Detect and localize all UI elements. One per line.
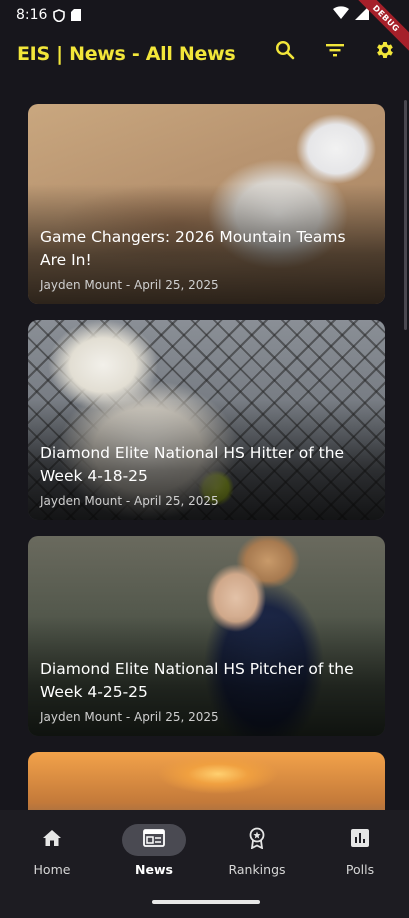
gear-icon <box>374 39 396 66</box>
app-bar: EIS | News - All News <box>0 30 409 78</box>
search-icon <box>275 40 295 65</box>
nav-home-label: Home <box>33 862 71 877</box>
news-card-meta: Jayden Mount - April 25, 2025 <box>40 494 219 508</box>
nav-news[interactable]: News <box>103 824 205 877</box>
filter-button[interactable] <box>323 40 347 64</box>
home-indicator[interactable] <box>152 900 260 904</box>
filter-icon <box>325 42 345 63</box>
page-title: EIS | News - All News <box>17 43 236 65</box>
status-time: 8:16 <box>16 7 48 23</box>
news-card[interactable]: Diamond Elite National HS Pitcher of the… <box>28 536 385 736</box>
nav-news-label: News <box>135 862 173 877</box>
settings-button[interactable] <box>373 40 397 64</box>
nav-polls[interactable]: Polls <box>309 824 409 877</box>
nav-home[interactable]: Home <box>1 824 103 877</box>
news-card[interactable]: Diamond Elite National HS Hitter of the … <box>28 320 385 520</box>
news-card-title: Diamond Elite National HS Hitter of the … <box>40 444 345 485</box>
news-feed[interactable]: Game Changers: 2026 Mountain Teams Are I… <box>28 104 385 810</box>
news-card-image <box>28 752 385 810</box>
news-card[interactable]: Game Changers: 2026 Mountain Teams Are I… <box>28 104 385 304</box>
nav-rankings[interactable]: Rankings <box>206 824 308 877</box>
rankings-icon <box>247 827 267 854</box>
news-card-title: Game Changers: 2026 Mountain Teams Are I… <box>40 228 346 269</box>
news-card[interactable] <box>28 752 385 810</box>
polls-icon <box>351 828 369 852</box>
search-button[interactable] <box>273 40 297 64</box>
home-icon <box>42 829 62 852</box>
shield-status-icon <box>53 8 66 22</box>
wifi-icon <box>333 6 349 23</box>
nav-rankings-label: Rankings <box>228 862 286 877</box>
news-card-title: Diamond Elite National HS Pitcher of the… <box>40 660 354 701</box>
scrollbar[interactable] <box>404 100 407 330</box>
nav-polls-label: Polls <box>345 862 375 877</box>
news-icon <box>143 828 165 852</box>
sd-card-status-icon <box>71 9 82 21</box>
status-bar: 8:16 <box>0 0 409 30</box>
news-card-meta: Jayden Mount - April 25, 2025 <box>40 278 219 292</box>
news-card-meta: Jayden Mount - April 25, 2025 <box>40 710 219 724</box>
